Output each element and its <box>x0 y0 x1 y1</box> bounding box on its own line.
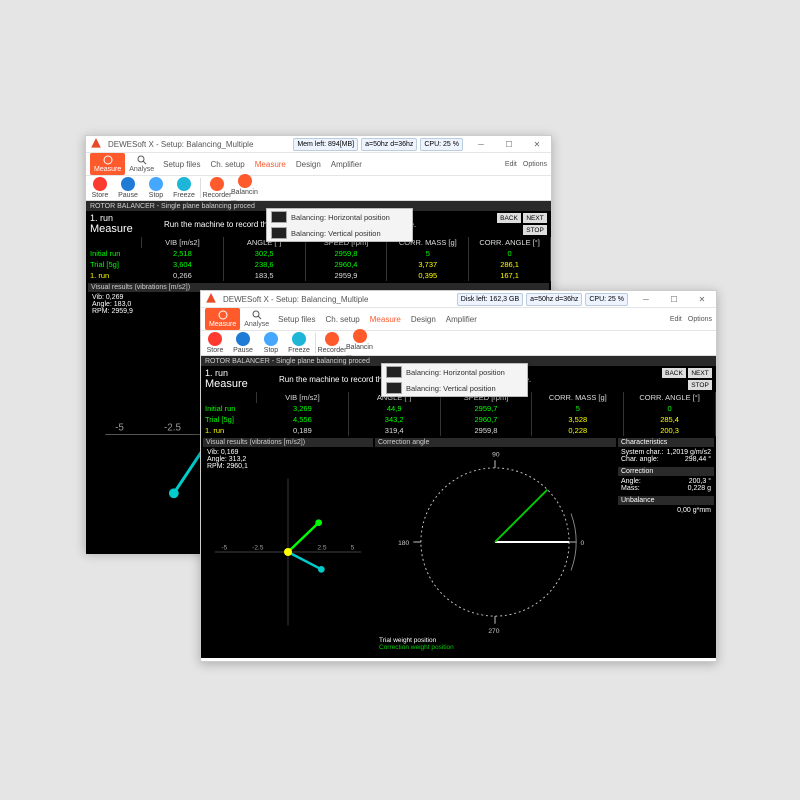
visual-header: Visual results (vibrations [m/s2]) <box>203 438 373 447</box>
titlebar: DEWESoft X - Setup: Balancing_Multiple M… <box>86 136 551 153</box>
options-link[interactable]: Options <box>523 161 547 168</box>
balancing-popup[interactable]: Balancing: Horizontal position Balancing… <box>266 208 413 242</box>
popup-horizontal[interactable]: Balancing: Horizontal position <box>382 364 527 380</box>
analyse-icon <box>137 155 147 165</box>
tab-measure[interactable]: Measure <box>90 153 125 175</box>
menubar: Measure Analyse Setup files Ch. setup Me… <box>86 153 551 176</box>
balancing-popup[interactable]: Balancing: Horizontal position Balancing… <box>381 363 528 397</box>
freeze-button[interactable]: Freeze <box>170 177 198 199</box>
stop-nav-button[interactable]: STOP <box>523 225 547 235</box>
results-table: VIB [m/s2] ANGLE [°] SPEED [rpm] CORR. M… <box>86 237 551 281</box>
tab-setupfiles[interactable]: Setup files <box>158 160 205 169</box>
status-disk: Disk left: 162,3 GB <box>457 293 523 306</box>
tab-amplifier[interactable]: Amplifier <box>441 315 482 324</box>
unbalance-box: Unbalance 0,00 g*mm <box>618 496 714 516</box>
svg-text:2.5: 2.5 <box>317 544 327 551</box>
close-icon[interactable]: ✕ <box>692 295 712 304</box>
mode-label: Measure <box>90 223 158 235</box>
tab-chsetup[interactable]: Ch. setup <box>206 160 250 169</box>
maximize-icon[interactable]: ☐ <box>664 295 684 304</box>
tab-analyse[interactable]: Analyse <box>125 155 158 173</box>
tab-setupfiles[interactable]: Setup files <box>273 315 320 324</box>
stop-button[interactable]: Stop <box>257 332 285 354</box>
polar-chart: -5 -2.5 2.5 5 <box>203 472 373 632</box>
svg-text:-2.5: -2.5 <box>164 423 181 434</box>
angle-label: Angle: 313,2 <box>207 456 369 463</box>
correction-weight-label: Correction weight position <box>379 644 612 651</box>
status-mem: Mem left: 894[MB] <box>293 138 358 151</box>
popup-horizontal[interactable]: Balancing: Horizontal position <box>267 209 412 225</box>
correction-header: Correction angle <box>375 438 616 447</box>
characteristics-box: Characteristics System char.:1,2019 g/m/… <box>618 438 714 465</box>
tab-amplifier[interactable]: Amplifier <box>326 160 367 169</box>
svg-text:-5: -5 <box>115 423 124 434</box>
store-button[interactable]: Store <box>86 177 114 199</box>
measure-icon <box>103 155 113 165</box>
vib-label: Vib: 0,169 <box>207 449 369 456</box>
status-freq: a=50hz d=36hz <box>361 138 417 151</box>
back-button[interactable]: BACK <box>662 368 686 378</box>
run-number: 1. run <box>205 368 273 378</box>
balancin-button[interactable]: Balancin ... <box>231 174 259 203</box>
status-cpu: CPU: 25 % <box>585 293 628 306</box>
run-number: 1. run <box>90 213 158 223</box>
next-button[interactable]: NEXT <box>523 213 547 223</box>
pause-button[interactable]: Pause <box>229 332 257 354</box>
freeze-button[interactable]: Freeze <box>285 332 313 354</box>
tab-measure2[interactable]: Measure <box>365 315 406 324</box>
status-cpu: CPU: 25 % <box>420 138 463 151</box>
results-table: VIB [m/s2] ANGLE [°] SPEED [rpm] CORR. M… <box>201 392 716 436</box>
app-logo-icon <box>205 293 217 305</box>
next-button[interactable]: NEXT <box>688 368 712 378</box>
window-controls: ─ ☐ ✕ <box>471 140 547 149</box>
maximize-icon[interactable]: ☐ <box>499 140 519 149</box>
pause-button[interactable]: Pause <box>114 177 142 199</box>
svg-text:-2.5: -2.5 <box>252 544 264 551</box>
mode-label: Measure <box>205 378 273 390</box>
back-button[interactable]: BACK <box>497 213 521 223</box>
popup-vertical[interactable]: Balancing: Vertical position <box>267 225 412 241</box>
tab-measure[interactable]: Measure <box>205 308 240 330</box>
minimize-icon[interactable]: ─ <box>636 295 656 304</box>
tab-design[interactable]: Design <box>291 160 326 169</box>
app-logo-icon <box>90 138 102 150</box>
recorder-button[interactable]: Recorder <box>318 332 346 354</box>
svg-text:90: 90 <box>492 452 500 459</box>
svg-text:270: 270 <box>488 628 499 635</box>
svg-text:5: 5 <box>351 544 355 551</box>
ribbon: Store Pause Stop Freeze Recorder Balanci… <box>86 176 551 201</box>
correction-box: Correction Angle:200,3 ° Mass:0,228 g <box>618 467 714 494</box>
svg-text:180: 180 <box>398 540 409 547</box>
edit-link[interactable]: Edit <box>505 161 517 168</box>
measure-icon <box>218 310 228 320</box>
close-icon[interactable]: ✕ <box>527 140 547 149</box>
store-button[interactable]: Store <box>201 332 229 354</box>
analyse-icon <box>252 310 262 320</box>
tab-design[interactable]: Design <box>406 315 441 324</box>
window-title: DEWESoft X - Setup: Balancing_Multiple <box>223 295 368 304</box>
stop-nav-button[interactable]: STOP <box>688 380 712 390</box>
recorder-button[interactable]: Recorder <box>203 177 231 199</box>
window-b: DEWESoft X - Setup: Balancing_Multiple D… <box>200 290 717 662</box>
titlebar: DEWESoft X - Setup: Balancing_Multiple D… <box>201 291 716 308</box>
rpm-label: RPM: 2960,1 <box>207 463 369 470</box>
trial-weight-label: Trial weight position <box>379 637 612 644</box>
popup-vertical[interactable]: Balancing: Vertical position <box>382 380 527 396</box>
status-freq: a=50hz d=36hz <box>526 293 582 306</box>
edit-link[interactable]: Edit <box>670 316 682 323</box>
stop-button[interactable]: Stop <box>142 177 170 199</box>
minimize-icon[interactable]: ─ <box>471 140 491 149</box>
window-title: DEWESoft X - Setup: Balancing_Multiple <box>108 140 253 149</box>
balancin-button[interactable]: Balancin ... <box>346 329 374 358</box>
svg-text:0: 0 <box>581 540 585 547</box>
correction-compass: 0 90 180 270 <box>375 447 615 637</box>
tab-measure2[interactable]: Measure <box>250 160 291 169</box>
tab-analyse[interactable]: Analyse <box>240 310 273 328</box>
svg-text:-5: -5 <box>221 544 227 551</box>
tab-chsetup[interactable]: Ch. setup <box>321 315 365 324</box>
options-link[interactable]: Options <box>688 316 712 323</box>
